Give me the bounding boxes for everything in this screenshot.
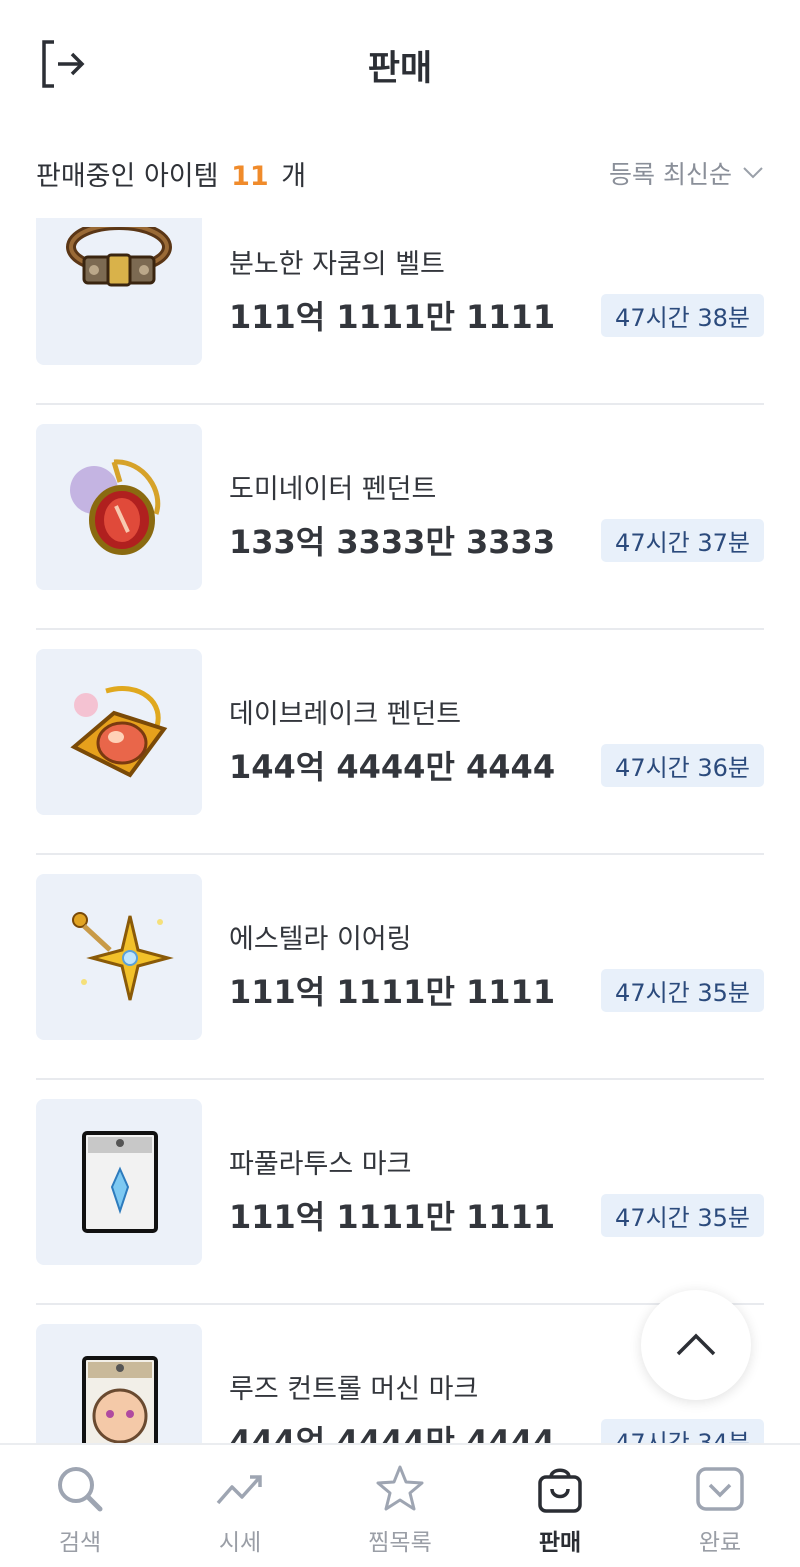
item-thumbnail: [36, 424, 202, 590]
item-name: 파풀라투스 마크: [229, 1149, 412, 1180]
tab-label: 시세: [218, 1530, 262, 1556]
tab-completed[interactable]: 완료: [640, 1445, 800, 1567]
papulatus-mark-icon: [82, 1131, 158, 1233]
scroll-to-top-button[interactable]: [641, 1290, 751, 1400]
sale-item-list[interactable]: 분노한 자쿰의 벨트 111억 1111만 1111 47시간 38분 도미네이…: [0, 218, 800, 1443]
item-count: 11: [231, 160, 269, 192]
loose-control-machine-mark-icon: [82, 1356, 158, 1443]
tab-label: 검색: [58, 1530, 102, 1556]
time-left-badge: 47시간 38분: [601, 294, 764, 337]
item-thumbnail: [36, 874, 202, 1040]
bottom-tab-bar: 검색 시세 찜목록 판매 완료: [0, 1443, 800, 1567]
belt-icon: [66, 227, 172, 287]
list-item[interactable]: 분노한 자쿰의 벨트 111억 1111만 1111 47시간 38분: [36, 218, 764, 405]
sort-dropdown[interactable]: 등록 최신순: [609, 155, 764, 191]
item-price: 111억 1111만 1111: [229, 1198, 556, 1236]
item-price: 444억 4444만 4444: [229, 1423, 556, 1443]
item-thumbnail: [36, 218, 202, 365]
item-price: 111억 1111만 1111: [229, 973, 556, 1011]
chevron-up-icon: [676, 1333, 716, 1356]
time-left-badge: 47시간 36분: [601, 744, 764, 787]
list-item[interactable]: 에스텔라 이어링 111억 1111만 1111 47시간 35분: [36, 855, 764, 1080]
summary-suffix: 개: [281, 160, 307, 192]
tab-market-price[interactable]: 시세: [160, 1445, 320, 1567]
item-name: 에스텔라 이어링: [229, 924, 412, 955]
item-thumbnail: [36, 649, 202, 815]
tab-label: 판매: [538, 1530, 582, 1556]
dominator-pendant-icon: [70, 459, 161, 555]
item-count-label: 판매중인 아이템 11 개: [36, 154, 306, 193]
item-thumbnail: [36, 1324, 202, 1443]
check-box-icon: [696, 1467, 744, 1511]
item-name: 분노한 자쿰의 벨트: [229, 249, 445, 280]
time-left-badge: 47시간 35분: [601, 969, 764, 1012]
item-name: 루즈 컨트롤 머신 마크: [229, 1374, 479, 1405]
item-price: 111억 1111만 1111: [229, 298, 556, 336]
item-thumbnail: [36, 1099, 202, 1265]
list-item[interactable]: 데이브레이크 펜던트 144억 4444만 4444 47시간 36분: [36, 630, 764, 855]
shopping-bag-icon: [538, 1468, 582, 1513]
tab-label: 찜목록: [368, 1530, 432, 1556]
app-header: 판매: [0, 0, 800, 125]
item-name: 도미네이터 펜던트: [229, 474, 437, 505]
chevron-down-icon: [743, 167, 763, 179]
item-price: 133억 3333만 3333: [229, 523, 556, 561]
list-item[interactable]: 파풀라투스 마크 111억 1111만 1111 47시간 35분: [36, 1080, 764, 1305]
tab-wishlist[interactable]: 찜목록: [320, 1445, 480, 1567]
daybreak-pendant-icon: [70, 686, 168, 778]
sort-label: 등록 최신순: [609, 160, 732, 189]
tab-label: 완료: [698, 1530, 742, 1556]
search-icon: [58, 1467, 103, 1512]
page-title: 판매: [367, 49, 433, 89]
time-left-badge: 47시간 35분: [601, 1194, 764, 1237]
summary-bar: 판매중인 아이템 11 개 등록 최신순: [36, 148, 764, 198]
time-left-badge: 47시간 37분: [601, 519, 764, 562]
estella-earring-icon: [72, 912, 174, 1001]
trend-icon: [216, 1475, 262, 1505]
tab-search[interactable]: 검색: [0, 1445, 160, 1567]
time-left-badge: 47시간 34분: [601, 1419, 764, 1443]
tab-selling[interactable]: 판매: [480, 1445, 640, 1567]
item-price: 144억 4444만 4444: [229, 748, 556, 786]
list-item[interactable]: 도미네이터 펜던트 133억 3333만 3333 47시간 37분: [36, 405, 764, 630]
star-icon: [376, 1465, 424, 1511]
summary-prefix: 판매중인 아이템: [36, 160, 219, 192]
item-name: 데이브레이크 펜던트: [229, 699, 462, 730]
